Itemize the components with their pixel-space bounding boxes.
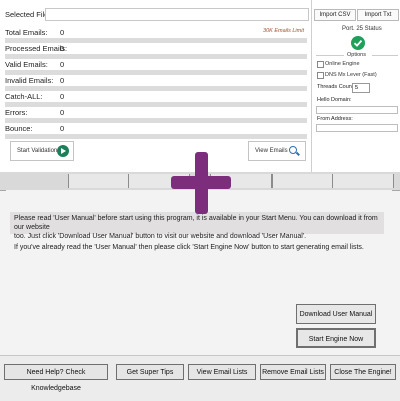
knowledgebase-button[interactable]: Need Help? Check Knowledgebase [4, 364, 108, 392]
processed-emails-bar [5, 54, 307, 59]
valid-emails-value: 0 [60, 60, 65, 69]
invalid-emails-label: Invalid Emails: [5, 76, 54, 85]
super-tips-button[interactable]: Get Super Tips [116, 364, 184, 380]
helo-domain-label: Hello Domain: [317, 97, 352, 103]
online-engine-checkbox[interactable] [317, 61, 324, 68]
instructions-line-2: too. Just click 'Download User Manual' b… [14, 233, 307, 240]
view-email-lists-button[interactable]: View Email Lists [188, 364, 256, 380]
options-divider-left [316, 55, 344, 56]
instructions-box: Please read 'User Manual' before start u… [10, 212, 384, 240]
search-icon [289, 146, 297, 154]
instructions-line-1: Please read 'User Manual' before start u… [14, 215, 378, 231]
bounce-value: 0 [60, 124, 65, 133]
import-csv-button[interactable]: Import CSV [314, 9, 356, 21]
threads-count-value: 5 [355, 85, 359, 91]
processed-emails-label: Processed Emails: [5, 44, 68, 53]
catch-all-value: 0 [60, 92, 65, 101]
errors-label: Errors: [5, 108, 28, 117]
panel-divider [311, 0, 312, 172]
dns-mx-checkbox[interactable] [317, 72, 324, 79]
total-emails-bar [5, 38, 307, 43]
view-emails-button[interactable]: View Emails [248, 141, 306, 161]
download-user-manual-label: Download User Manual [299, 311, 373, 318]
processed-emails-value: 0 [60, 44, 65, 53]
start-validation-button[interactable]: Start Validation [10, 141, 74, 161]
tab-4[interactable] [272, 174, 334, 188]
from-address-label: From Address: [317, 116, 353, 122]
helo-domain-input[interactable] [316, 106, 398, 114]
bounce-label: Bounce: [5, 124, 33, 133]
errors-value: 0 [60, 108, 65, 117]
email-limit-note: 30K Emails Limit [263, 28, 304, 34]
valid-emails-bar [5, 70, 307, 75]
dns-mx-label: DNS Mx Lever (Fast) [325, 72, 377, 78]
close-engine-button[interactable]: Close The Engine! [330, 364, 396, 380]
remove-email-lists-label: Remove Email Lists [262, 369, 324, 376]
errors-bar [5, 118, 307, 123]
import-txt-button[interactable]: Import Txt [357, 9, 399, 21]
selected-file-field[interactable] [45, 8, 309, 21]
options-divider-right [372, 55, 398, 56]
catch-all-label: Catch-ALL: [5, 92, 43, 101]
online-engine-label: Online Engine [325, 61, 360, 67]
valid-emails-label: Valid Emails: [5, 60, 48, 69]
threads-count-stepper[interactable]: 5 [352, 83, 370, 93]
port-status-label: Port. 25 Status [342, 26, 382, 32]
catch-all-bar [5, 102, 307, 107]
view-email-lists-label: View Email Lists [196, 369, 248, 376]
from-address-input[interactable] [316, 124, 398, 132]
options-label: Options [347, 52, 366, 58]
start-validation-label: Start Validation [17, 148, 58, 154]
total-emails-value: 0 [60, 28, 65, 37]
threads-count-label: Threads Count: [317, 84, 355, 90]
play-icon [57, 145, 69, 157]
close-engine-label: Close The Engine! [334, 369, 392, 376]
start-engine-now-label: Start Engine Now [308, 336, 364, 343]
import-csv-label: Import CSV [319, 12, 351, 18]
total-emails-label: Total Emails: [5, 28, 48, 37]
bounce-bar [5, 134, 307, 139]
selected-file-label: Selected File: [5, 10, 51, 19]
check-icon [351, 36, 365, 50]
super-tips-label: Get Super Tips [126, 369, 174, 376]
start-engine-now-button[interactable]: Start Engine Now [296, 328, 376, 348]
instructions-line-3: If you've already read the 'User Manual'… [14, 244, 364, 251]
view-emails-label: View Emails [255, 148, 288, 154]
invalid-emails-value: 0 [60, 76, 65, 85]
remove-email-lists-button[interactable]: Remove Email Lists [260, 364, 326, 380]
tab-1[interactable] [68, 174, 130, 188]
import-txt-label: Import Txt [364, 12, 392, 18]
download-user-manual-button[interactable]: Download User Manual [296, 304, 376, 324]
tab-5[interactable] [332, 174, 394, 188]
plus-icon-horizontal [171, 176, 231, 189]
invalid-emails-bar [5, 86, 307, 91]
knowledgebase-label: Need Help? Check Knowledgebase [26, 369, 86, 392]
